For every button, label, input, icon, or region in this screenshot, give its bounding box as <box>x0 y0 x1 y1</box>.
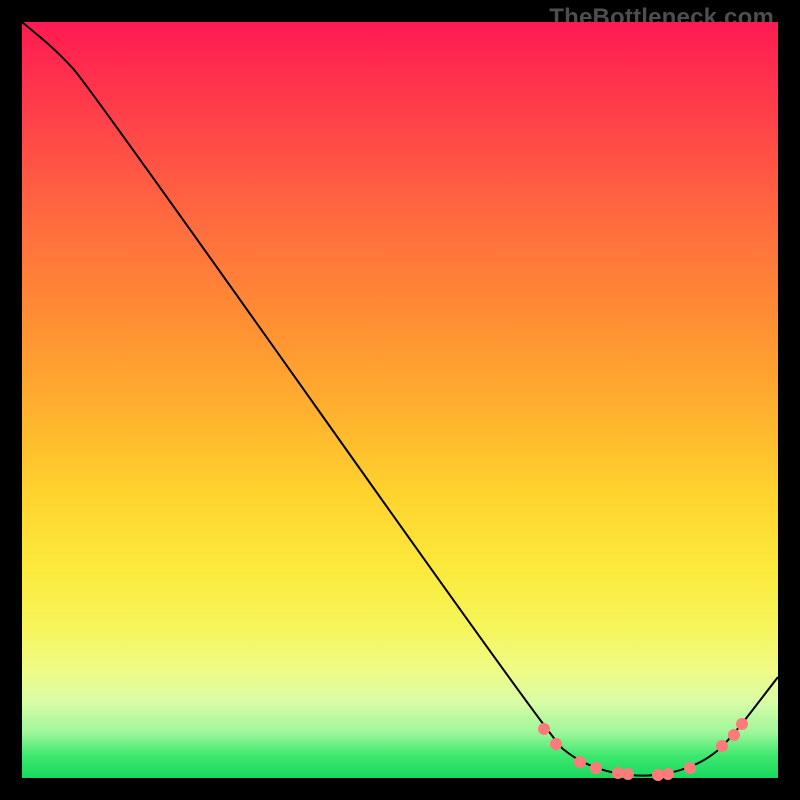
highlight-dot <box>716 740 728 752</box>
highlight-dot <box>736 718 748 730</box>
highlight-dot <box>550 738 562 750</box>
highlight-dot <box>662 768 674 780</box>
highlight-dot <box>538 723 550 735</box>
curve-layer <box>22 22 778 778</box>
chart-frame: TheBottleneck.com <box>0 0 800 800</box>
highlight-dot <box>622 768 634 780</box>
highlight-dot <box>728 729 740 741</box>
highlight-dot <box>590 762 602 774</box>
bottleneck-curve <box>22 22 778 776</box>
highlight-dots-group <box>538 718 748 781</box>
highlight-dot <box>684 762 696 774</box>
highlight-dot <box>574 756 586 768</box>
